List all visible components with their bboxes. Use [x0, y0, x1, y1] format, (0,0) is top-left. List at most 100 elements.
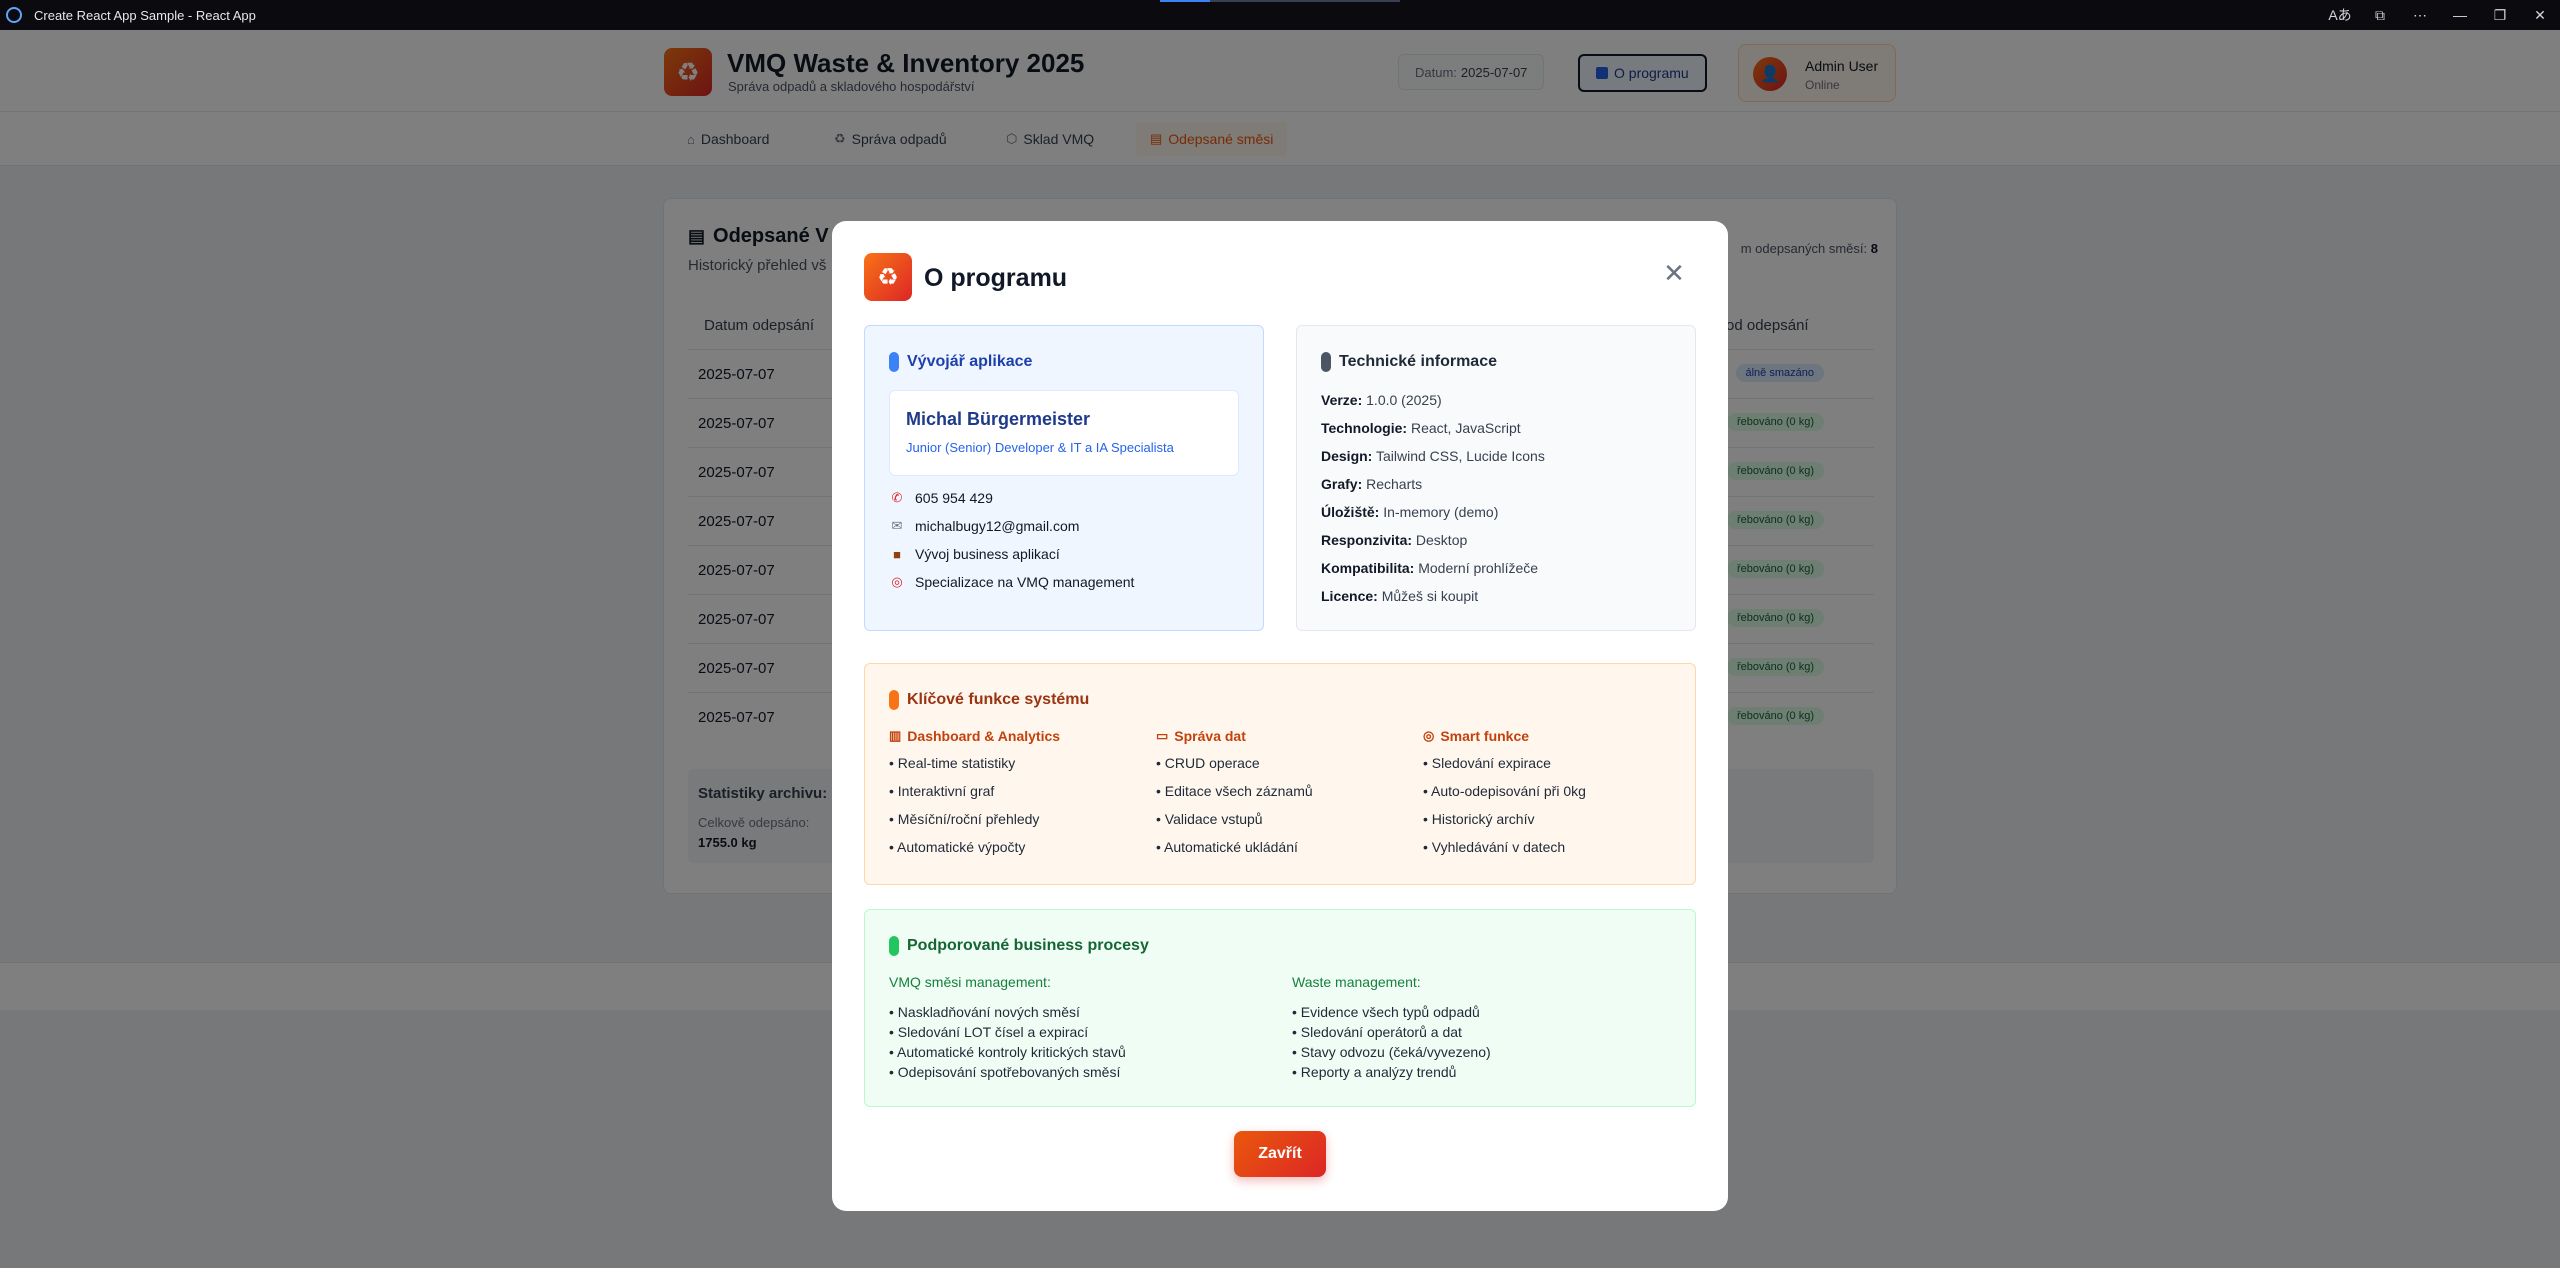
recycle-logo-icon: ♻	[864, 253, 912, 301]
target-icon: ◎	[891, 574, 903, 589]
developer-role: Junior (Senior) Developer & IT a IA Spec…	[906, 440, 1174, 455]
tech-row: Licence: Můžeš si koupit	[1321, 588, 1478, 604]
feature-item: • Editace všech záznamů	[1156, 783, 1313, 799]
process-item: • Naskladňování nových směsí	[889, 1004, 1080, 1020]
feature-item: • CRUD operace	[1156, 755, 1260, 771]
feature-item: • Interaktivní graf	[889, 783, 995, 799]
close-window-button[interactable]: ✕	[2520, 7, 2560, 24]
tech-label: Grafy:	[1321, 476, 1363, 492]
feature-item: • Automatické výpočty	[889, 839, 1026, 855]
tech-label: Licence:	[1321, 588, 1378, 604]
chart-icon: ▥	[889, 728, 902, 743]
briefcase-icon: ■	[893, 546, 901, 562]
cast-icon[interactable]: ⧉	[2360, 7, 2400, 24]
process-item: • Stavy odvozu (čeká/vyvezeno)	[1292, 1044, 1491, 1060]
section-marker	[889, 352, 899, 372]
restore-button[interactable]: ❐	[2480, 7, 2520, 24]
feature-column: ▭ Správa dat • CRUD operace • Editace vše…	[1156, 728, 1313, 868]
processes-heading-text: Podporované business procesy	[907, 937, 1149, 954]
tech-value: 1.0.0 (2025)	[1366, 392, 1442, 408]
tech-row: Verze: 1.0.0 (2025)	[1321, 392, 1442, 408]
process-item: • Odepisování spotřebovaných směsí	[889, 1064, 1121, 1080]
process-column: Waste management: • Evidence všech typů …	[1292, 974, 1491, 1084]
process-column-title: VMQ směsi management:	[889, 974, 1051, 990]
developer-name: Michal Bürgermeister	[906, 409, 1091, 429]
tech-label: Úložiště:	[1321, 504, 1380, 520]
minimize-button[interactable]: —	[2440, 7, 2480, 23]
process-item: • Evidence všech typů odpadů	[1292, 1004, 1480, 1020]
feature-item: • Automatické ukládání	[1156, 839, 1298, 855]
close-modal-button[interactable]: Zavřít	[1234, 1131, 1326, 1177]
tech-value: React, JavaScript	[1410, 420, 1521, 436]
contact-email: ✉ michalbugy12@gmail.com	[889, 518, 1080, 534]
window-titlebar: Create React App Sample - React App Aあ ⧉…	[0, 0, 2560, 30]
more-icon[interactable]: ⋯	[2400, 7, 2440, 24]
phone-icon: ✆	[891, 490, 903, 505]
tech-label: Design:	[1321, 448, 1373, 464]
feature-item: • Vyhledávání v datech	[1423, 839, 1566, 855]
card-icon: ▭	[1156, 728, 1169, 743]
tech-value: Tailwind CSS, Lucide Icons	[1375, 448, 1545, 464]
tech-label: Responzivita:	[1321, 532, 1413, 548]
processes-heading: Podporované business procesy	[889, 936, 1149, 956]
translate-icon[interactable]: Aあ	[2320, 5, 2360, 25]
section-marker	[1321, 352, 1331, 372]
feature-title-text: Dashboard & Analytics	[907, 728, 1061, 744]
feature-item: • Měsíční/roční přehledy	[889, 811, 1040, 827]
tech-heading: Technické informace	[1321, 352, 1497, 372]
specialization-item: Specializace na VMQ management	[915, 574, 1135, 590]
feature-item: • Sledování expirace	[1423, 755, 1551, 771]
contact-specialization: ◎ Specializace na VMQ management	[889, 574, 1134, 590]
feature-column: ◎ Smart funkce • Sledování expirace • Aut…	[1423, 728, 1586, 868]
developer-section: Vývojář aplikace Michal Bürgermeister Ju…	[864, 325, 1264, 631]
features-section: Klíčové funkce systému ▥ Dashboard & Anal…	[864, 663, 1696, 885]
section-marker	[889, 690, 899, 710]
tech-row: Technologie: React, JavaScript	[1321, 420, 1521, 436]
developer-card: Michal Bürgermeister Junior (Senior) Dev…	[889, 390, 1239, 476]
modal-title: O programu	[924, 264, 1068, 292]
developer-heading: Vývojář aplikace	[889, 352, 1032, 372]
features-heading-text: Klíčové funkce systému	[907, 691, 1090, 708]
contact-business: ■ Vývoj business aplikací	[889, 546, 1060, 562]
tech-info-section: Technické informace Verze: 1.0.0 (2025) …	[1296, 325, 1696, 631]
process-item: • Reporty a analýzy trendů	[1292, 1064, 1457, 1080]
tech-row: Kompatibilita: Moderní prohlížeče	[1321, 560, 1538, 576]
mail-icon: ✉	[891, 518, 903, 533]
contact-phone: ✆ 605 954 429	[889, 490, 993, 506]
process-item: • Automatické kontroly kritických stavů	[889, 1044, 1126, 1060]
tech-value: Desktop	[1415, 532, 1468, 548]
window-title: Create React App Sample - React App	[34, 7, 256, 23]
tech-label: Kompatibilita:	[1321, 560, 1415, 576]
features-heading: Klíčové funkce systému	[889, 690, 1089, 710]
tech-row: Úložiště: In-memory (demo)	[1321, 504, 1498, 520]
feature-column-title: ▥ Dashboard & Analytics	[889, 728, 1060, 744]
feature-column: ▥ Dashboard & Analytics • Real-time stati…	[889, 728, 1060, 868]
feature-item: • Validace vstupů	[1156, 811, 1263, 827]
process-item: • Sledování LOT čísel a expirací	[889, 1024, 1089, 1040]
tech-label: Technologie:	[1321, 420, 1408, 436]
tech-heading-text: Technické informace	[1339, 353, 1497, 370]
feature-item: • Real-time statistiky	[889, 755, 1016, 771]
tech-row: Responzivita: Desktop	[1321, 532, 1467, 548]
tech-value: Recharts	[1366, 476, 1423, 492]
feature-column-title: ◎ Smart funkce	[1423, 728, 1586, 744]
feature-item: • Historický archív	[1423, 811, 1535, 827]
feature-item: • Auto-odepisování při 0kg	[1423, 783, 1586, 799]
developer-heading-text: Vývojář aplikace	[907, 353, 1033, 370]
process-column: VMQ směsi management: • Naskladňování no…	[889, 974, 1126, 1084]
section-marker	[889, 936, 899, 956]
tech-row: Design: Tailwind CSS, Lucide Icons	[1321, 448, 1545, 464]
about-modal: ♻ O programu ✕ Vývojář aplikace Michal B…	[832, 221, 1728, 1211]
phone-value: 605 954 429	[915, 490, 993, 506]
feature-title-text: Smart funkce	[1440, 728, 1530, 744]
target-icon: ◎	[1423, 728, 1435, 743]
email-value: michalbugy12@gmail.com	[915, 518, 1080, 534]
business-item: Vývoj business aplikací	[915, 546, 1060, 562]
tech-value: Můžeš si koupit	[1381, 588, 1479, 604]
close-icon[interactable]: ✕	[1660, 259, 1688, 287]
react-app-icon	[6, 7, 22, 23]
tech-value: In-memory (demo)	[1383, 504, 1499, 520]
tech-row: Grafy: Recharts	[1321, 476, 1422, 492]
process-column-title: Waste management:	[1292, 974, 1421, 990]
process-item: • Sledování operátorů a dat	[1292, 1024, 1462, 1040]
